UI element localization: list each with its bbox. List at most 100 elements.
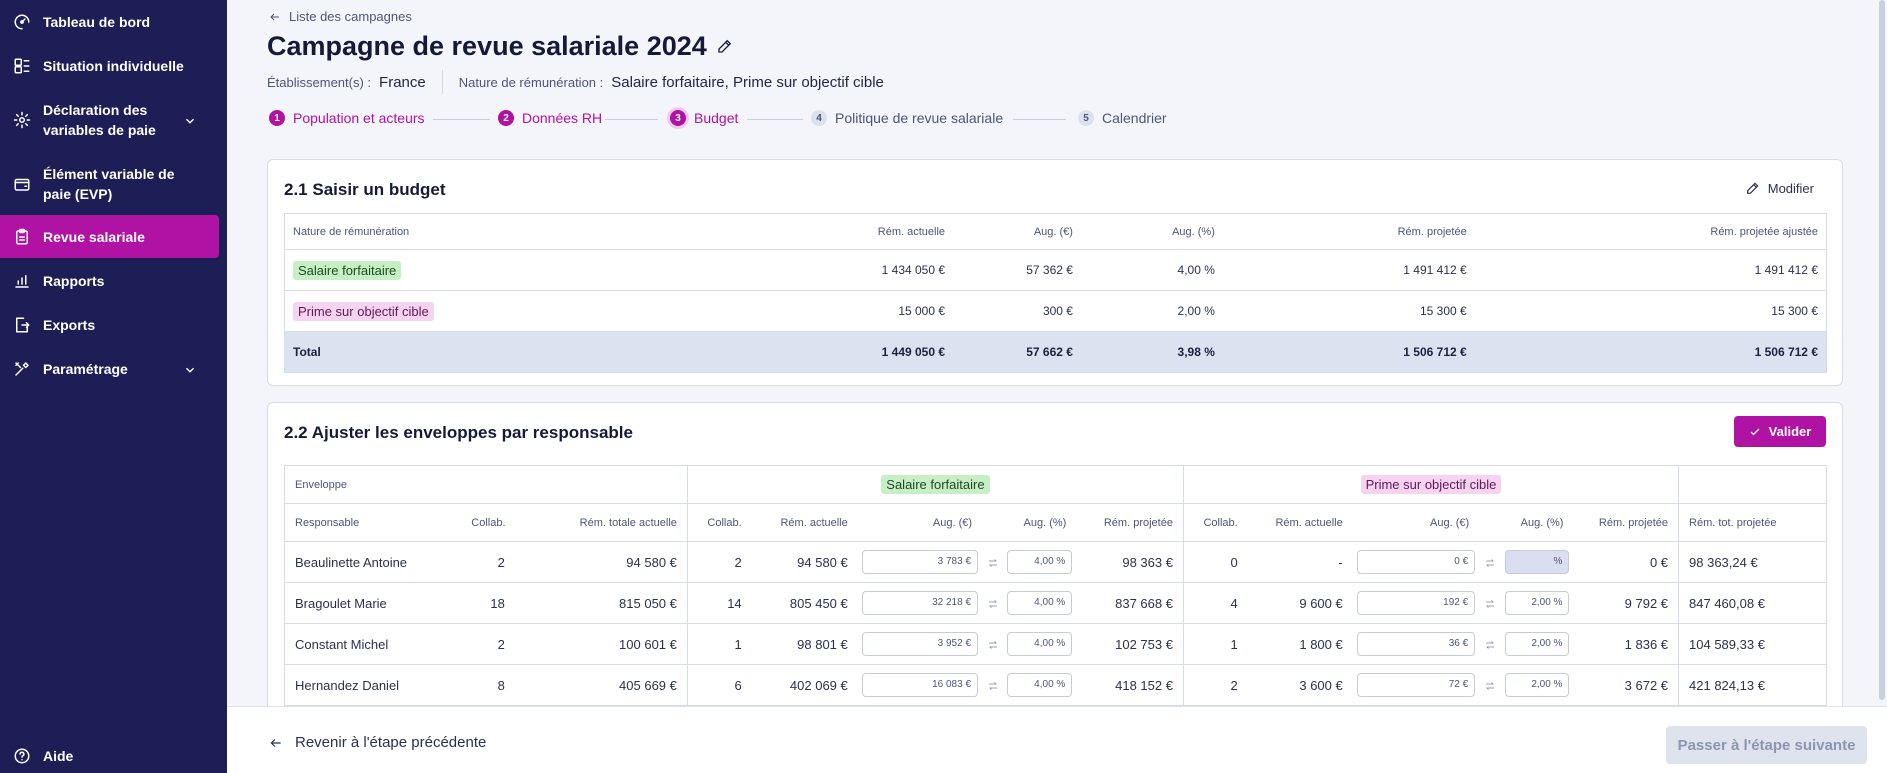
step-donnees-rh[interactable]: 2 Données RH [498, 110, 602, 126]
sidebar-item-label: Rapports [43, 273, 105, 289]
salaire-aug-pct-input[interactable]: 4,00 % [1007, 632, 1073, 656]
col-header: Rém. projetée ajustée [1474, 213, 1827, 250]
step-budget[interactable]: 3 Budget [670, 110, 738, 126]
cog-icon [12, 110, 32, 130]
prime-aug-pct-input[interactable]: % [1504, 550, 1570, 574]
check-icon [1750, 428, 1760, 435]
col-header: Rém. totale actuelle [514, 503, 688, 542]
col-header: Collab. [1182, 503, 1248, 542]
page-title: Campagne de revue salariale 2024 [267, 31, 707, 61]
back-link-label: Liste des campagnes [289, 9, 412, 24]
step-population[interactable]: 1 Population et acteurs [269, 110, 425, 126]
cell: 2 [686, 541, 752, 583]
cell: 1 [1182, 623, 1248, 665]
cell: 1 434 050 € [734, 249, 954, 291]
responsable-name: Hernandez Daniel [284, 664, 462, 706]
group-header-salaire: Salaire forfaitaire [881, 475, 990, 494]
step-number: 5 [1078, 110, 1094, 126]
step-politique[interactable]: 4 Politique de revue salariale [811, 110, 1003, 126]
table-header-row: Nature de rémunération Rém. actuelle Aug… [284, 213, 1827, 250]
salaire-aug-pct-input[interactable]: 4,00 % [1007, 673, 1073, 697]
cell: 300 € [953, 290, 1081, 332]
help-icon [12, 746, 32, 766]
prime-aug-eur-input[interactable]: 36 € [1356, 632, 1476, 656]
prime-aug-eur-input[interactable]: 0 € [1356, 550, 1476, 574]
prime-aug-pct-input[interactable]: 2,00 % [1504, 632, 1570, 656]
sidebar-item-exports[interactable]: Exports [0, 314, 219, 336]
sidebar-item-evp[interactable]: Élément variable de paie (EVP) [0, 163, 219, 205]
chevron-down-icon[interactable] [183, 362, 197, 376]
sidebar-item-rapports[interactable]: Rapports [0, 270, 219, 292]
prime-aug-eur-input[interactable]: 192 € [1356, 591, 1476, 615]
pencil-icon [1746, 182, 1759, 194]
sidebar-item-declaration-variables[interactable]: Déclaration des variables de paie [0, 99, 219, 141]
validate-button[interactable]: Valider [1734, 416, 1826, 447]
sidebar-item-label: Aide [43, 748, 74, 764]
salaire-aug-pct-input[interactable]: 4,00 % [1007, 550, 1073, 574]
cell: 2 [461, 541, 515, 583]
table-row: Beaulinette Antoine 2 94 580 €2 94 580 €3 7… [284, 541, 1827, 583]
salaire-aug-pct-input[interactable]: 4,00 % [1007, 591, 1073, 615]
modify-button[interactable]: Modifier [1745, 180, 1814, 196]
salaire-aug-eur-input[interactable]: 3 952 € [861, 632, 979, 656]
sidebar-item-label: Situation individuelle [43, 58, 184, 74]
swap-icon[interactable] [1484, 555, 1496, 570]
chevron-down-icon[interactable] [183, 113, 197, 127]
cell: 4,00 % [1080, 249, 1223, 291]
budget-table: Nature de rémunération Rém. actuelle Aug… [284, 213, 1827, 373]
prime-aug-pct-input[interactable]: 2,00 % [1504, 673, 1570, 697]
salaire-aug-eur-input[interactable]: 16 083 € [861, 673, 979, 697]
next-step-button[interactable]: Passer à l'étape suivante [1666, 726, 1867, 764]
campaign-meta: Établissement(s) : France Nature de rému… [267, 70, 884, 94]
previous-step-button[interactable]: Revenir à l'étape précédente [269, 734, 486, 751]
swap-icon[interactable] [1484, 637, 1496, 652]
cell: 1 [686, 623, 752, 665]
sidebar-item-parametrage[interactable]: Paramétrage [0, 358, 219, 380]
group-header-envelope: Enveloppe [284, 465, 688, 504]
salaire-aug-eur-input[interactable]: 3 783 € [861, 550, 979, 574]
swap-icon[interactable] [987, 555, 999, 570]
cell: 0 [1182, 541, 1248, 583]
col-header: Aug. (€) [857, 503, 983, 542]
sidebar-item-situation-individuelle[interactable]: Situation individuelle [0, 55, 219, 77]
cell: 1 506 712 € [1222, 331, 1475, 373]
back-to-campaigns-link[interactable]: Liste des campagnes [269, 9, 412, 24]
prime-aug-eur-input[interactable]: 72 € [1356, 673, 1476, 697]
swap-icon[interactable] [987, 678, 999, 693]
establishment-value: France [379, 73, 426, 91]
clipboard-icon [12, 227, 32, 247]
col-header: Rém. projetée [1222, 213, 1475, 250]
stepper: 1 Population et acteurs 2 Données RH 3 B… [269, 110, 1669, 130]
edit-title-button[interactable] [716, 37, 736, 57]
sidebar-item-label: Revue salariale [43, 228, 145, 245]
col-header: Collab. [461, 503, 515, 542]
table-row: Bragoulet Marie 18 815 050 €14 805 450 €32 … [284, 582, 1827, 624]
swap-icon[interactable] [987, 637, 999, 652]
cell: 1 449 050 € [734, 331, 954, 373]
step-label: Politique de revue salariale [835, 110, 1004, 126]
swap-icon[interactable] [1484, 678, 1496, 693]
responsable-name: Constant Michel [284, 623, 462, 665]
sidebar-item-aide[interactable]: Aide [0, 745, 219, 767]
pencil-icon [718, 39, 732, 53]
cell: 98 363 € [1076, 541, 1184, 583]
salaire-aug-eur-input[interactable]: 32 218 € [861, 591, 979, 615]
nature-tag: Prime sur objectif cible [293, 301, 434, 321]
swap-icon[interactable] [1484, 596, 1496, 611]
swap-icon[interactable] [987, 596, 999, 611]
scrollbar[interactable] [1879, 0, 1885, 700]
table-row: Salaire forfaitaire 1 434 050 € 57 362 €… [284, 249, 1827, 291]
sidebar-item-tableau-de-bord[interactable]: Tableau de bord [0, 11, 219, 33]
step-calendrier[interactable]: 5 Calendrier [1078, 110, 1167, 126]
prime-aug-pct-input[interactable]: 2,00 % [1504, 591, 1570, 615]
cell: 57 662 € [953, 331, 1081, 373]
arrow-left-icon [270, 13, 279, 20]
step-connector [1013, 119, 1066, 120]
col-header: Responsable [284, 503, 462, 542]
sidebar-item-label: Exports [43, 317, 96, 333]
sidebar-item-label: Tableau de bord [43, 14, 151, 30]
footer: Revenir à l'étape précédente Passer à l'… [227, 706, 1887, 773]
step-connector [605, 119, 658, 120]
total-row: Total 1 449 050 € 57 662 € 3,98 % 1 506 … [284, 331, 1827, 373]
sidebar-item-revue-salariale[interactable]: Revue salariale [0, 215, 219, 258]
